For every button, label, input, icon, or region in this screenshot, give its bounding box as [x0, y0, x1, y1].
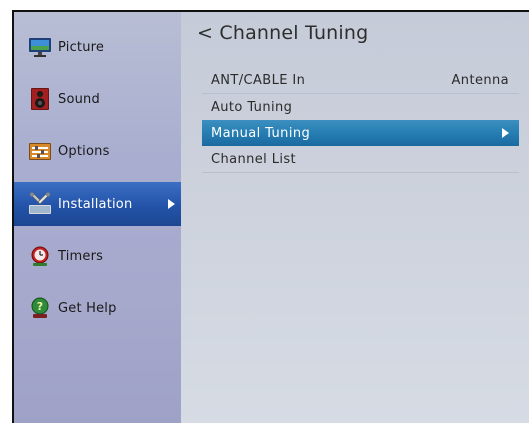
- back-chevron-icon[interactable]: <: [197, 22, 213, 44]
- sidebar-item-picture[interactable]: Picture: [14, 25, 181, 69]
- row-label: Channel List: [211, 151, 297, 167]
- tools-icon: [28, 192, 52, 216]
- chevron-right-icon: [168, 199, 175, 209]
- settings-screen: Picture Sound Options Installation Timer…: [14, 12, 529, 423]
- sidebar-item-timers[interactable]: Timers: [14, 234, 181, 278]
- help-icon: ?: [28, 296, 52, 320]
- row-label: Auto Tuning: [211, 99, 293, 115]
- sidebar-item-sound[interactable]: Sound: [14, 77, 181, 121]
- menu-row-auto-tuning[interactable]: Auto Tuning: [202, 94, 519, 120]
- speaker-icon: [28, 87, 52, 111]
- svg-text:?: ?: [37, 300, 43, 313]
- menu-row-ant-cable-in[interactable]: ANT/CABLE In Antenna: [202, 67, 519, 93]
- chevron-right-icon: [502, 128, 509, 138]
- sidebar-item-label: Options: [58, 143, 110, 159]
- sidebar-item-label: Picture: [58, 39, 105, 55]
- page-title-text: Channel Tuning: [219, 22, 369, 44]
- sidebar-item-label: Timers: [58, 248, 104, 264]
- sidebar-item-label: Installation: [58, 196, 133, 212]
- tv-frame: Picture Sound Options Installation Timer…: [12, 10, 529, 423]
- sidebar-item-get-help[interactable]: ? Get Help: [14, 286, 181, 330]
- menu-row-channel-list[interactable]: Channel List: [202, 146, 519, 172]
- sidebar-item-installation[interactable]: Installation: [14, 182, 181, 226]
- sidebar-item-label: Get Help: [58, 300, 117, 316]
- sidebar-item-label: Sound: [58, 91, 100, 107]
- sidebar-item-options[interactable]: Options: [14, 129, 181, 173]
- monitor-icon: [28, 35, 52, 59]
- options-icon: [28, 139, 52, 163]
- alarm-clock-icon: [28, 244, 52, 268]
- menu-row-manual-tuning[interactable]: Manual Tuning: [202, 120, 519, 146]
- page-title[interactable]: < Channel Tuning: [197, 22, 368, 44]
- row-label: Manual Tuning: [211, 125, 311, 141]
- sidebar: Picture Sound Options Installation Timer…: [14, 12, 181, 423]
- row-divider: [202, 172, 519, 173]
- row-value: Antenna: [451, 72, 509, 88]
- main-panel: < Channel Tuning ANT/CABLE In Antenna Au…: [181, 12, 529, 423]
- row-label: ANT/CABLE In: [211, 72, 306, 88]
